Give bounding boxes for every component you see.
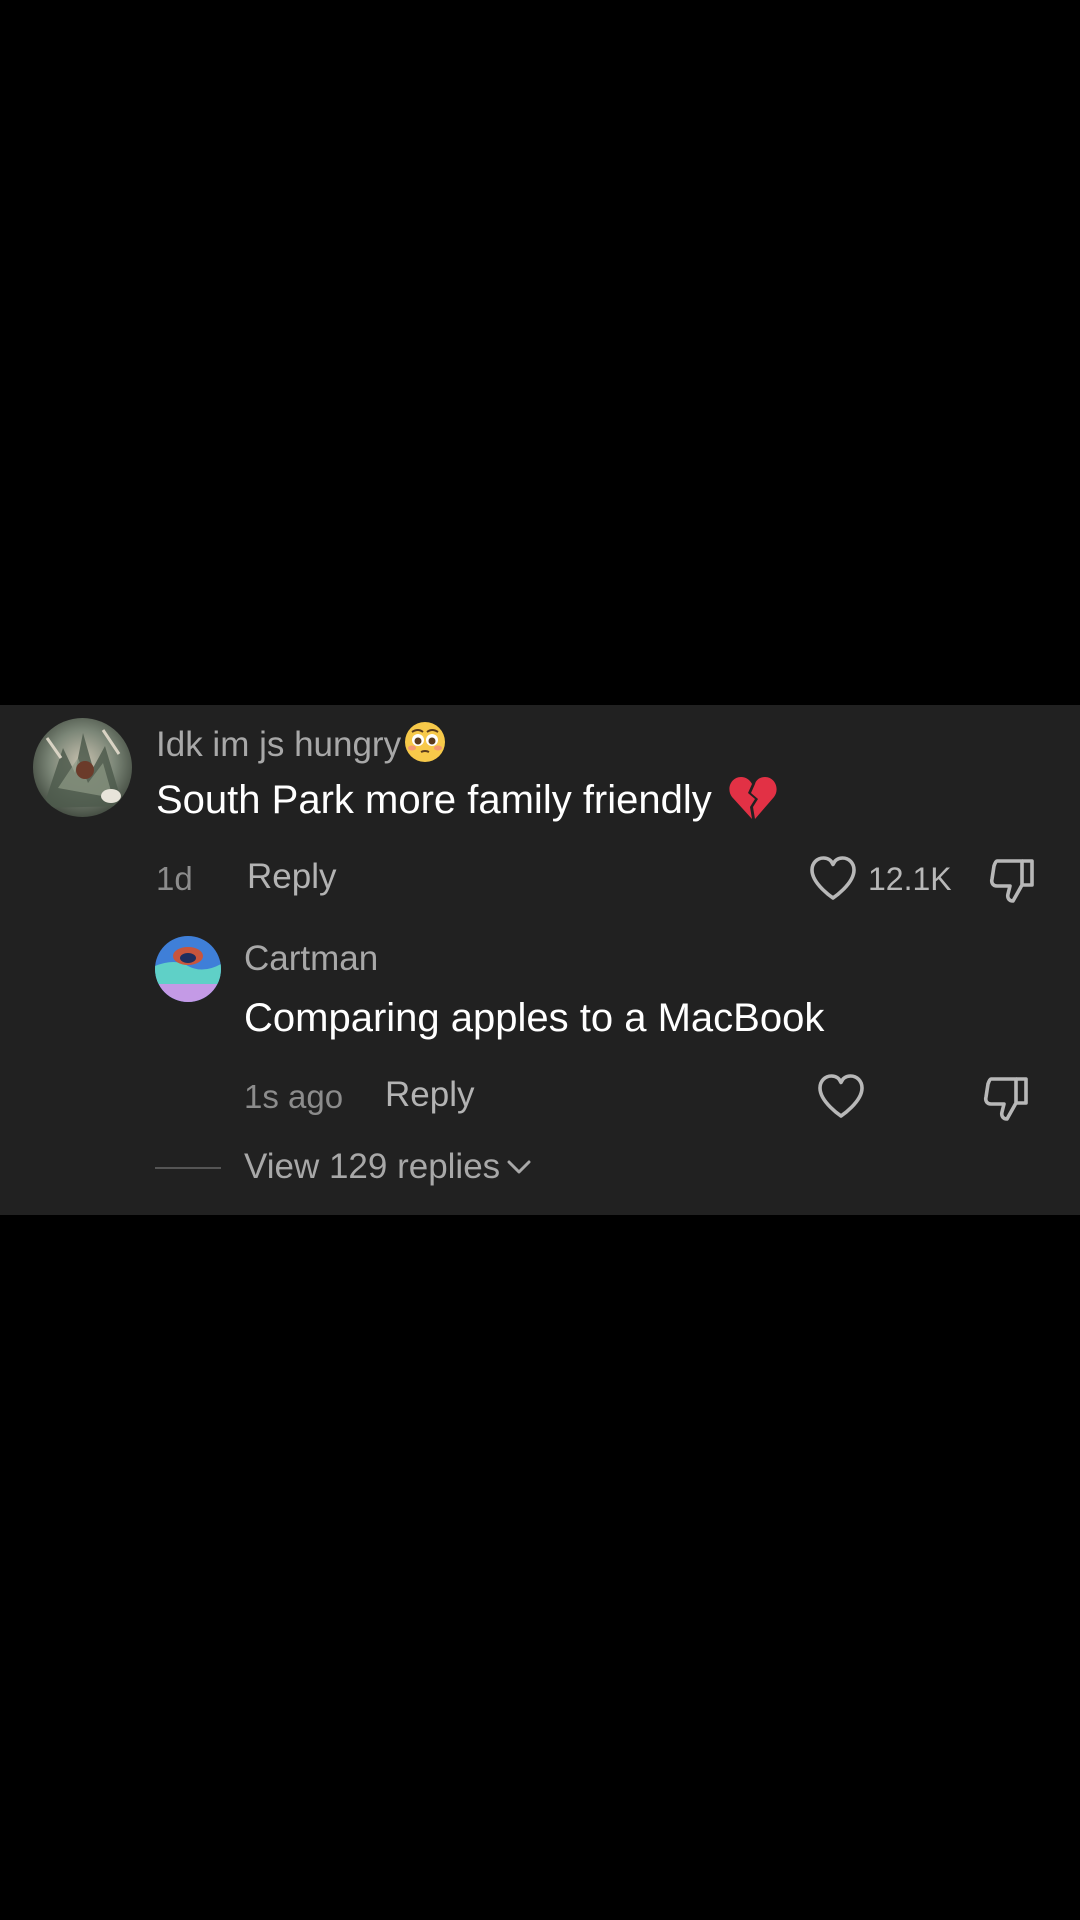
username-text: Idk im js hungry (156, 725, 402, 764)
comment-body: South Park more family friendly (156, 778, 712, 822)
reply-reply-button[interactable]: Reply (385, 1075, 474, 1115)
like-count: 12.1K (868, 861, 952, 897)
comment-panel: Idk im js hungry South Park more family … (0, 705, 1080, 1215)
heart-outline-icon[interactable] (816, 1073, 866, 1121)
view-replies-button[interactable]: View 129 replies (244, 1145, 532, 1189)
thumbs-down-icon[interactable] (982, 1073, 1032, 1123)
flushed-face-emoji (405, 722, 446, 762)
broken-heart-emoji (729, 777, 777, 819)
chevron-down-icon (507, 1160, 531, 1174)
avatar[interactable] (33, 718, 132, 817)
reply-avatar[interactable] (155, 936, 221, 1002)
reply-button[interactable]: Reply (247, 857, 336, 897)
thumbs-down-icon[interactable] (988, 855, 1038, 905)
reply-timestamp: 1s ago (244, 1078, 344, 1115)
view-replies-label: View 129 replies (244, 1147, 501, 1186)
comment-username[interactable]: Idk im js hungry (156, 720, 447, 765)
replies-divider (155, 1167, 221, 1169)
heart-outline-icon[interactable] (808, 855, 858, 903)
comment-timestamp: 1d (156, 860, 193, 897)
comment-text: South Park more family friendly (156, 775, 778, 824)
reply-text: Comparing apples to a MacBook (244, 996, 825, 1040)
reply-username[interactable]: Cartman (244, 939, 378, 979)
